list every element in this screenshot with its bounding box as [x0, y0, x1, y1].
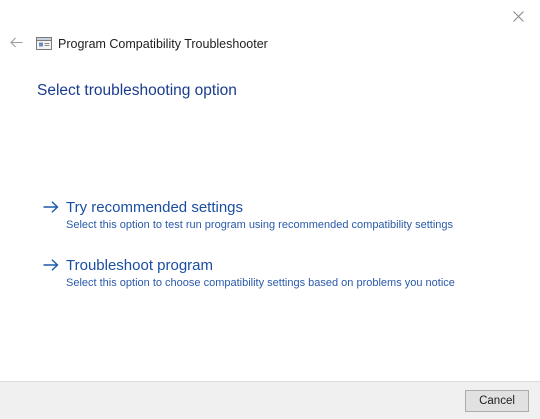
option-header: Troubleshoot program: [42, 254, 512, 276]
option-label: Troubleshoot program: [66, 256, 214, 274]
troubleshooter-window: Program Compatibility Troubleshooter Sel…: [0, 0, 540, 419]
arrow-right-icon: [42, 200, 60, 214]
close-button[interactable]: [496, 0, 540, 32]
option-description: Select this option to choose compatibili…: [66, 277, 455, 289]
page-heading: Select troubleshooting option: [37, 82, 237, 99]
cancel-button[interactable]: Cancel: [465, 390, 529, 412]
option-label: Try recommended settings: [66, 198, 244, 216]
back-button[interactable]: [3, 32, 29, 56]
arrow-right-icon: [42, 258, 60, 272]
footer-bar: Cancel: [0, 381, 540, 419]
option-header: Try recommended settings: [42, 196, 512, 218]
option-description: Select this option to test run program u…: [66, 219, 454, 231]
option-troubleshoot-program[interactable]: Troubleshoot program Select this option …: [42, 254, 512, 289]
window-header: Program Compatibility Troubleshooter: [0, 30, 540, 58]
window-title: Program Compatibility Troubleshooter: [58, 37, 268, 51]
close-icon: [512, 10, 524, 22]
troubleshooter-window-icon: [36, 37, 52, 51]
back-arrow-icon: [9, 35, 23, 53]
option-try-recommended-settings[interactable]: Try recommended settings Select this opt…: [42, 196, 512, 231]
